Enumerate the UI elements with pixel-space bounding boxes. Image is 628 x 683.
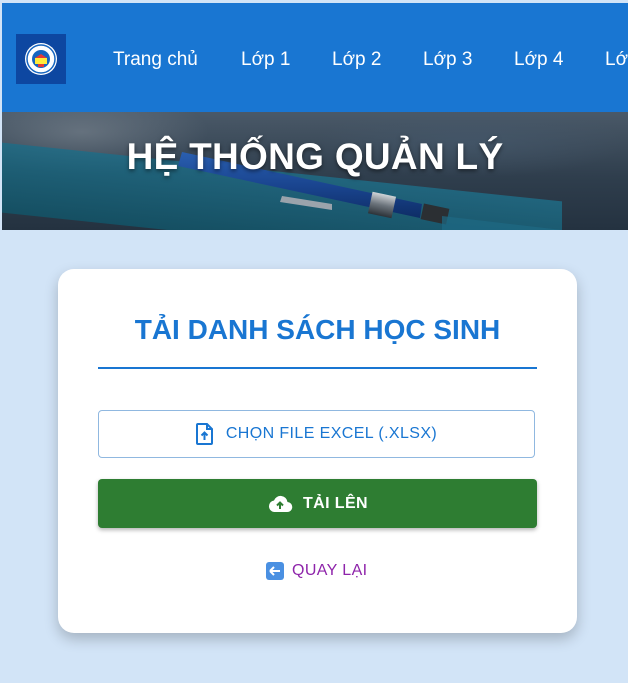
top-navbar: Trang chủ Lớp 1 Lớp 2 Lớp 3 Lớp 4 Lớ [2, 3, 628, 112]
back-arrow-icon [266, 562, 284, 580]
back-label: QUAY LẠI [292, 562, 368, 579]
cloud-upload-icon [267, 495, 293, 513]
nav-item-class-4[interactable]: Lớp 4 [514, 47, 563, 73]
card-title: TẢI DANH SÁCH HỌC SINH [134, 314, 501, 345]
upload-button-content: TẢI LÊN [98, 479, 537, 528]
page: Trang chủ Lớp 1 Lớp 2 Lớp 3 Lớp 4 Lớ HỆ … [0, 0, 628, 683]
nav-item-home[interactable]: Trang chủ [113, 47, 198, 73]
choose-file-label: CHỌN FILE EXCEL (.XLSX) [225, 425, 438, 442]
nav-item-class-5[interactable]: Lớ [605, 47, 628, 73]
nav-item-class-1[interactable]: Lớp 1 [241, 47, 290, 73]
choose-file-button[interactable]: CHỌN FILE EXCEL (.XLSX) [98, 410, 535, 458]
file-upload-icon [195, 423, 214, 445]
back-link[interactable]: QUAY LẠI [266, 559, 368, 583]
title-divider [98, 367, 537, 369]
upload-card: TẢI DANH SÁCH HỌC SINH CHỌN FILE EXCEL (… [58, 269, 577, 633]
upload-button[interactable]: TẢI LÊN [98, 479, 537, 528]
banner-title: HỆ THỐNG QUẢN LÝ [126, 136, 504, 177]
choose-file-button-content: CHỌN FILE EXCEL (.XLSX) [99, 411, 534, 457]
nav-item-class-2[interactable]: Lớp 2 [332, 47, 381, 73]
school-logo-icon[interactable] [16, 34, 66, 84]
upload-label: TẢI LÊN [302, 494, 369, 512]
nav-item-class-3[interactable]: Lớp 3 [423, 47, 472, 73]
header-banner: HỆ THỐNG QUẢN LÝ [2, 112, 628, 230]
